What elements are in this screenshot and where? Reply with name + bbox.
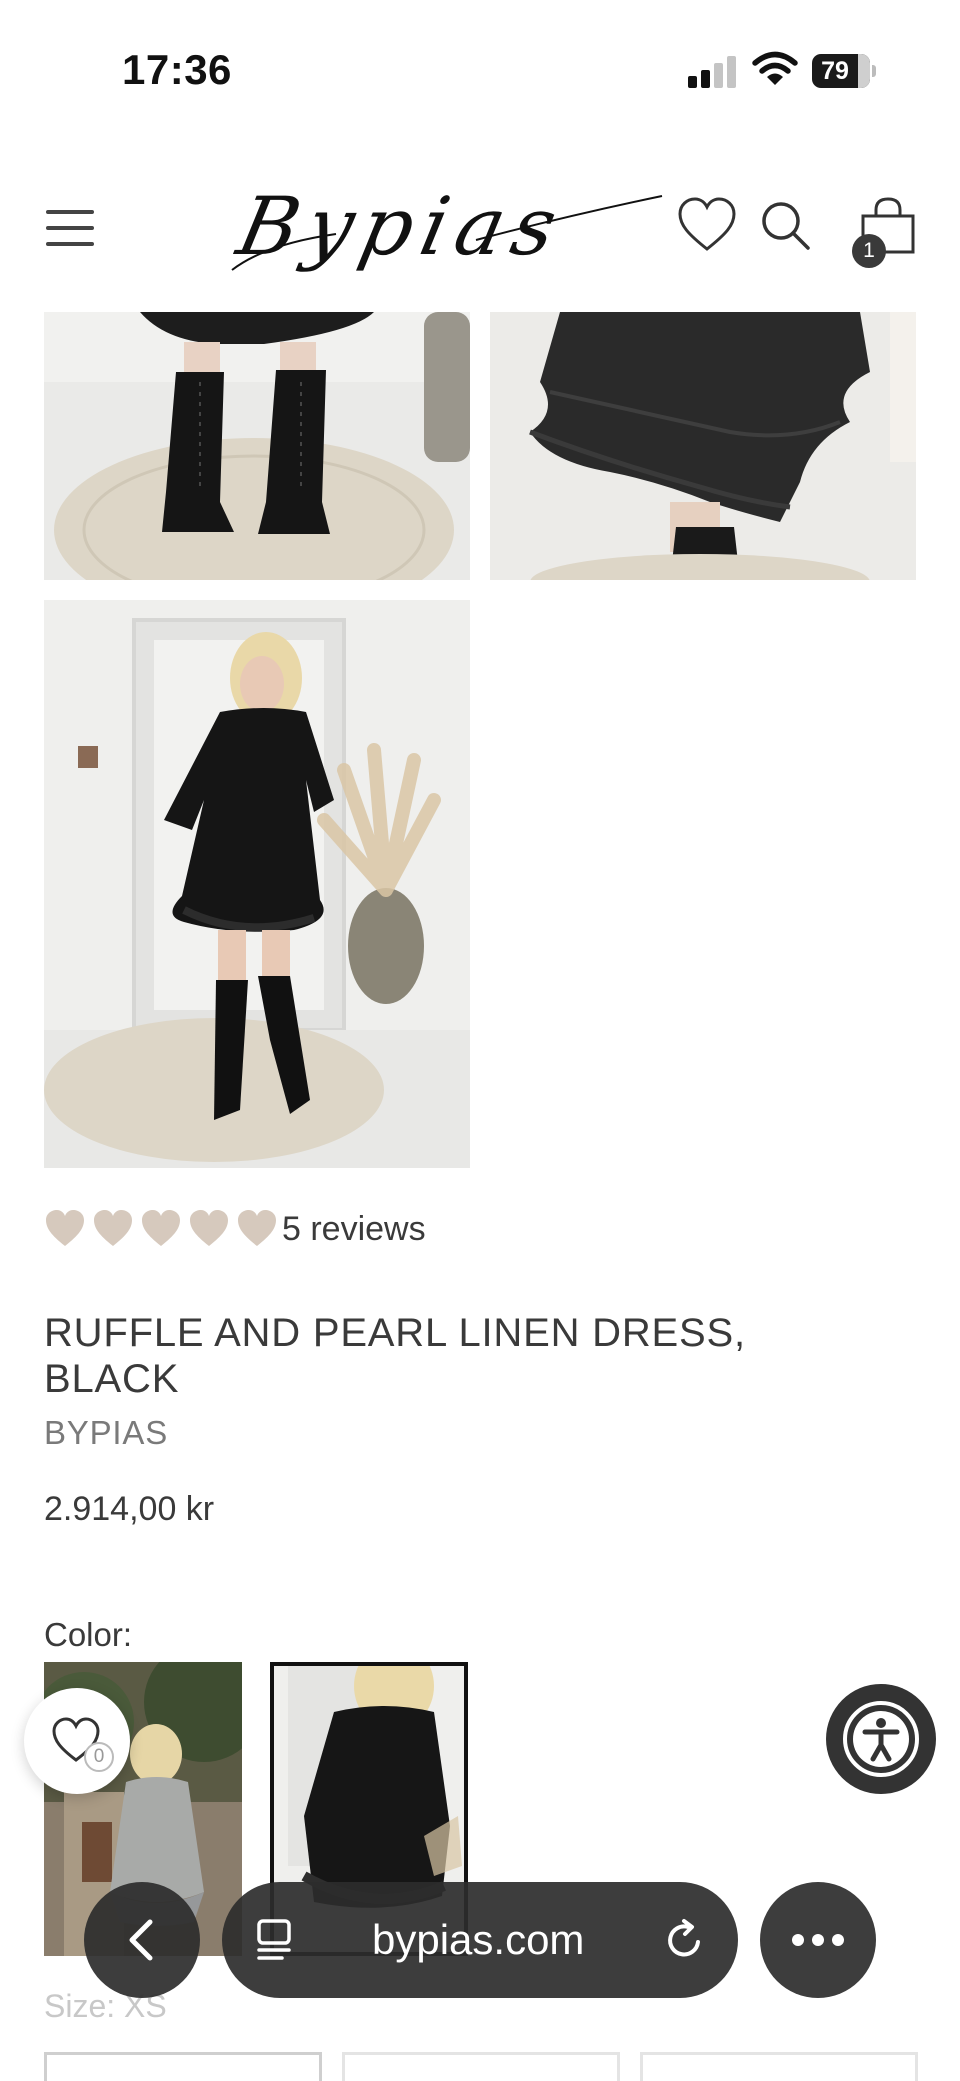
color-label: Color:: [44, 1616, 133, 1653]
chevron-left-icon: [129, 1919, 153, 1961]
wifi-icon: [752, 50, 798, 88]
rating-heart-icon: [44, 1208, 86, 1248]
search-icon[interactable]: [760, 200, 812, 252]
brand-logo-text: Bypias: [230, 180, 574, 273]
wishlist-heart-icon[interactable]: [676, 196, 738, 254]
accessibility-button[interactable]: [826, 1684, 936, 1794]
accessibility-icon: [843, 1701, 919, 1777]
product-title: RUFFLE AND PEARL LINEN DRESS, BLACK: [44, 1311, 746, 1401]
status-bar: 17:36 79: [0, 0, 960, 140]
browser-url[interactable]: bypias.com: [372, 1916, 584, 1964]
tab-overview-icon[interactable]: [256, 1918, 296, 1962]
battery-level: 79: [821, 57, 849, 85]
brand-logo[interactable]: Bypias: [226, 174, 666, 284]
rating-heart-icon: [188, 1208, 230, 1248]
browser-back-button[interactable]: [84, 1882, 200, 1998]
more-options-icon: [792, 1934, 844, 1946]
wishlist-count-badge: 0: [84, 1742, 114, 1772]
rating-heart-icon: [236, 1208, 278, 1248]
browser-more-button[interactable]: [760, 1882, 876, 1998]
reviews-count-link[interactable]: 5 reviews: [282, 1210, 426, 1249]
product-image-full-length[interactable]: [44, 600, 470, 1168]
floating-wishlist-button[interactable]: 0: [24, 1688, 130, 1794]
size-option-s[interactable]: [342, 2052, 620, 2081]
product-price: 2.914,00 kr: [44, 1490, 215, 1528]
cellular-signal-icon: [688, 54, 738, 88]
reload-icon[interactable]: [662, 1918, 706, 1962]
battery-icon: 79: [812, 54, 876, 88]
rating-heart-icon: [140, 1208, 182, 1248]
size-option-m[interactable]: [640, 2052, 918, 2081]
size-option-xs[interactable]: [44, 2052, 322, 2081]
product-image-ruffle-hem[interactable]: [490, 312, 916, 580]
cart-count-badge: 1: [852, 234, 886, 268]
browser-address-bar[interactable]: bypias.com: [222, 1882, 738, 1998]
product-brand[interactable]: BYPIAS: [44, 1414, 168, 1452]
menu-icon[interactable]: [46, 206, 94, 250]
site-header: Bypias: [0, 160, 960, 310]
rating-heart-icon: [92, 1208, 134, 1248]
status-time: 17:36: [122, 46, 232, 93]
product-image-boots[interactable]: [44, 312, 470, 580]
